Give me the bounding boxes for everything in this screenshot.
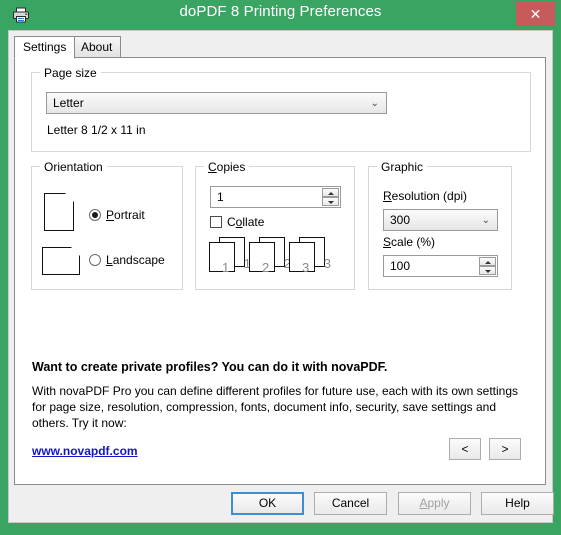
settings-tab-panel: Page size Letter ⌄ Letter 8 1/2 x 11 in … [14, 57, 546, 485]
ok-button[interactable]: OK [231, 492, 304, 515]
page-size-group: Page size Letter ⌄ Letter 8 1/2 x 11 in [31, 66, 531, 152]
collate-number-back: 3 [323, 256, 331, 271]
collate-checkbox[interactable]: Collate [210, 215, 264, 229]
resolution-select[interactable]: 300 ⌄ [383, 209, 498, 231]
page-size-description: Letter 8 1/2 x 11 in [47, 123, 146, 137]
page-size-value: Letter [53, 96, 84, 110]
copies-decrement-button[interactable] [322, 197, 339, 206]
window-title: doPDF 8 Printing Preferences [179, 3, 382, 20]
collate-number-front: 2 [262, 260, 270, 275]
novapdf-link[interactable]: www.novapdf.com [32, 444, 138, 458]
orientation-group-label: Orientation [40, 160, 107, 174]
scale-increment-button[interactable] [479, 257, 496, 266]
chevron-down-icon: ⌄ [481, 215, 490, 226]
orientation-portrait-accel: P [106, 208, 115, 222]
portrait-page-icon [44, 193, 74, 231]
scale-decrement-button[interactable] [479, 266, 496, 275]
resolution-value: 300 [390, 213, 411, 227]
graphic-group-label: Graphic [377, 160, 428, 174]
orientation-landscape-accel: L [106, 253, 113, 267]
chevron-down-icon: ⌄ [370, 98, 379, 109]
collate-preview-item: 1 1 [208, 237, 252, 275]
tab-about[interactable]: About [72, 36, 122, 58]
copies-spin-buttons[interactable] [322, 188, 339, 206]
copies-group-label: Copies [204, 160, 250, 174]
checkbox-empty-icon [210, 216, 222, 228]
promo-prev-button[interactable]: < [449, 438, 481, 460]
collate-label-post: llate [242, 215, 265, 229]
title-bar: doPDF 8 Printing Preferences ✕ [0, 0, 561, 30]
collate-number-front: 3 [302, 260, 310, 275]
apply-button: Apply [398, 492, 471, 515]
resolution-label: Resolution (dpi) [383, 189, 468, 203]
page-size-select[interactable]: Letter ⌄ [46, 92, 387, 114]
collate-number-front: 1 [222, 260, 230, 275]
graphic-group: Graphic Resolution (dpi) 300 ⌄ Scale (%)… [368, 160, 512, 290]
page-size-group-label: Page size [40, 66, 101, 80]
orientation-portrait-radio[interactable]: Portrait [89, 208, 145, 222]
tab-settings[interactable]: Settings [14, 36, 76, 59]
scale-stepper[interactable]: 100 [383, 255, 498, 277]
scale-spin-buttons[interactable] [479, 257, 496, 275]
printing-preferences-window: doPDF 8 Printing Preferences ✕ Settings … [0, 0, 561, 535]
collate-preview-item: 2 2 [248, 237, 292, 275]
promo-next-button[interactable]: > [489, 438, 521, 460]
landscape-page-icon [42, 247, 80, 275]
orientation-landscape-label: andscape [112, 253, 165, 267]
orientation-landscape-radio[interactable]: Landscape [89, 253, 165, 267]
promo-body: With novaPDF Pro you can define differen… [32, 384, 519, 430]
promo-headline: Want to create private profiles? You can… [32, 360, 388, 374]
cancel-button[interactable]: Cancel [314, 492, 387, 515]
scale-value: 100 [390, 259, 411, 273]
copies-group: Copies 1 Collate 1 1 2 2 3 3 [195, 160, 355, 290]
close-icon[interactable]: ✕ [516, 2, 555, 26]
collate-preview-item: 3 3 [288, 237, 332, 275]
orientation-portrait-label: ortrait [114, 208, 145, 222]
help-button[interactable]: Help [481, 492, 554, 515]
copies-stepper[interactable]: 1 [210, 186, 341, 208]
dialog-client-area: Settings About Page size Letter ⌄ Letter… [8, 30, 554, 523]
collate-label-pre: C [227, 215, 236, 229]
orientation-group: Orientation Portrait Landscape [31, 160, 183, 290]
scale-label: Scale (%) [383, 235, 436, 249]
copies-increment-button[interactable] [322, 188, 339, 197]
radio-filled-icon [89, 209, 101, 221]
copies-value: 1 [217, 190, 224, 204]
radio-empty-icon [89, 254, 101, 266]
